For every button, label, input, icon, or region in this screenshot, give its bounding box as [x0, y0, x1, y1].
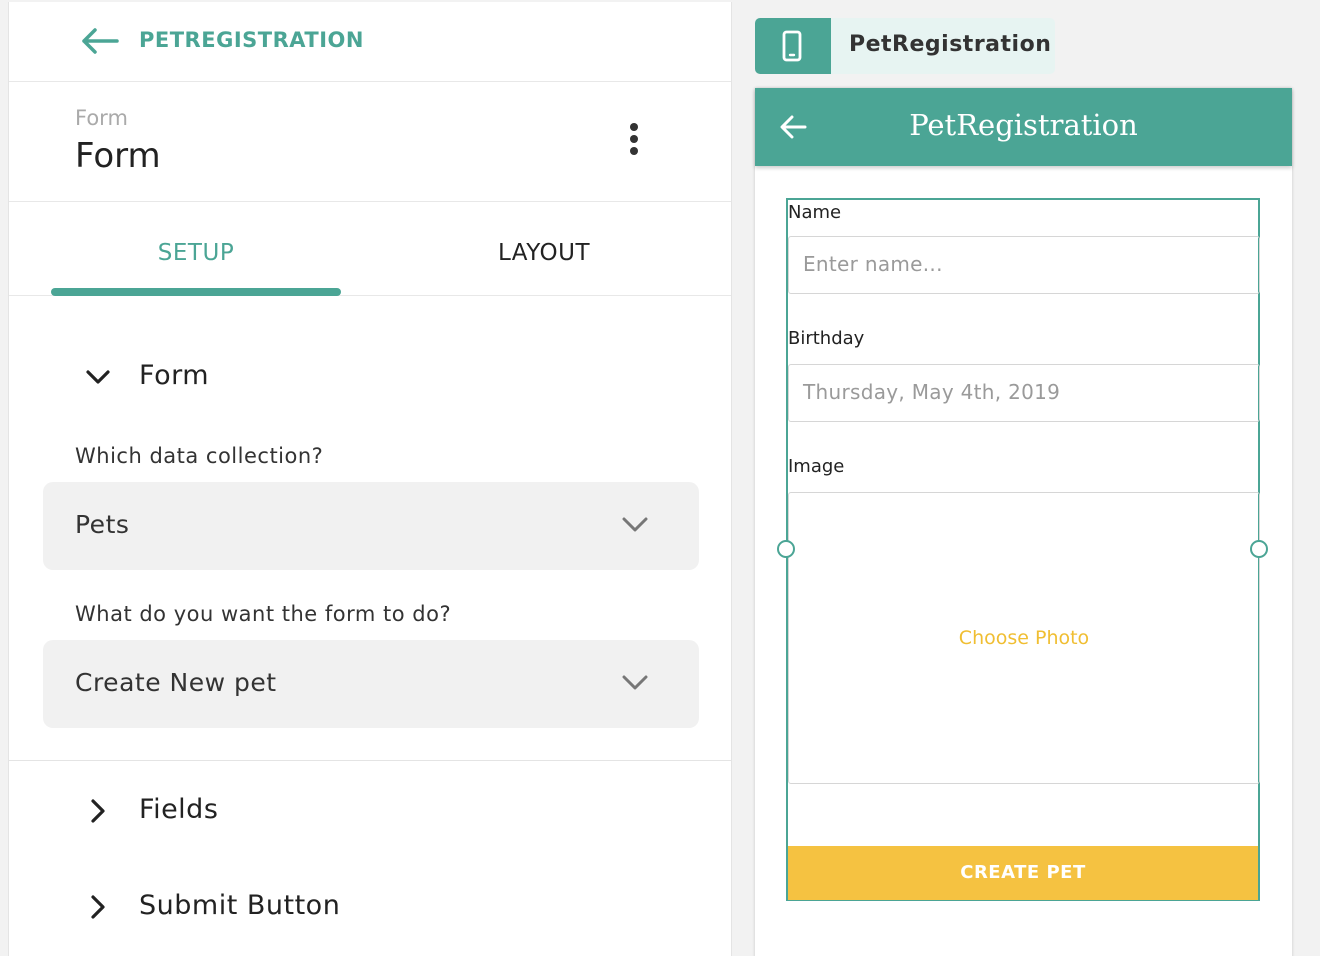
name-input-placeholder: Enter name... [803, 252, 943, 276]
section-divider [9, 760, 731, 761]
device-app-name: PetRegistration [849, 32, 1052, 57]
birthday-input-value: Thursday, May 4th, 2019 [803, 380, 1061, 404]
selected-form-component[interactable]: Name Enter name... Birthday Thursday, Ma… [786, 198, 1260, 901]
chevron-down-icon [86, 370, 110, 384]
phone-preview: PetRegistration Name Enter name... Birth… [755, 88, 1292, 956]
section-fields-label: Fields [139, 794, 219, 825]
kebab-menu-icon[interactable] [619, 120, 649, 164]
image-field-label: Image [788, 456, 845, 477]
component-type-label: Form [75, 106, 128, 130]
image-upload-area[interactable]: Choose Photo [788, 492, 1260, 784]
chevron-down-icon [622, 517, 648, 532]
app-title: PetRegistration [909, 108, 1138, 142]
device-preview-selector[interactable]: PetRegistration [755, 18, 1055, 74]
tab-setup[interactable]: SETUP [51, 202, 341, 296]
tab-layout[interactable]: LAYOUT [399, 202, 689, 296]
form-action-select[interactable]: Create New pet [43, 640, 699, 728]
section-submit-toggle[interactable]: Submit Button [79, 882, 639, 932]
resize-handle-right[interactable] [1250, 540, 1268, 558]
device-icon-box [755, 18, 831, 74]
resize-handle-left[interactable] [777, 540, 795, 558]
create-pet-button[interactable]: CREATE PET [788, 846, 1258, 900]
collection-select[interactable]: Pets [43, 482, 699, 570]
section-fields-toggle[interactable]: Fields [79, 786, 639, 836]
back-navigation: PETREGISTRATION [9, 2, 731, 82]
birthday-field-label: Birthday [788, 328, 865, 349]
chevron-right-icon [91, 895, 105, 919]
section-form-label: Form [139, 360, 210, 391]
name-field-label: Name [788, 202, 842, 223]
back-arrow-icon[interactable] [79, 26, 119, 56]
tab-bar: SETUP LAYOUT [9, 202, 731, 296]
name-input[interactable]: Enter name... [788, 236, 1260, 294]
back-link-label[interactable]: PETREGISTRATION [139, 28, 364, 52]
choose-photo-link[interactable]: Choose Photo [789, 627, 1259, 649]
properties-panel: PETREGISTRATION Form Form SETUP LAYOUT F… [8, 2, 732, 956]
component-header: Form Form [9, 82, 731, 202]
app-header: PetRegistration [755, 88, 1292, 166]
form-action-label: What do you want the form to do? [75, 602, 452, 626]
chevron-down-icon [622, 675, 648, 690]
active-tab-indicator [51, 288, 341, 296]
collection-field-label: Which data collection? [75, 444, 324, 468]
chevron-right-icon [91, 799, 105, 823]
collection-select-value: Pets [75, 510, 130, 539]
phone-icon [782, 30, 802, 62]
birthday-input[interactable]: Thursday, May 4th, 2019 [788, 364, 1260, 422]
form-action-select-value: Create New pet [75, 668, 277, 697]
section-submit-label: Submit Button [139, 890, 341, 921]
component-name: Form [75, 136, 161, 176]
section-form-toggle[interactable]: Form [79, 352, 639, 402]
